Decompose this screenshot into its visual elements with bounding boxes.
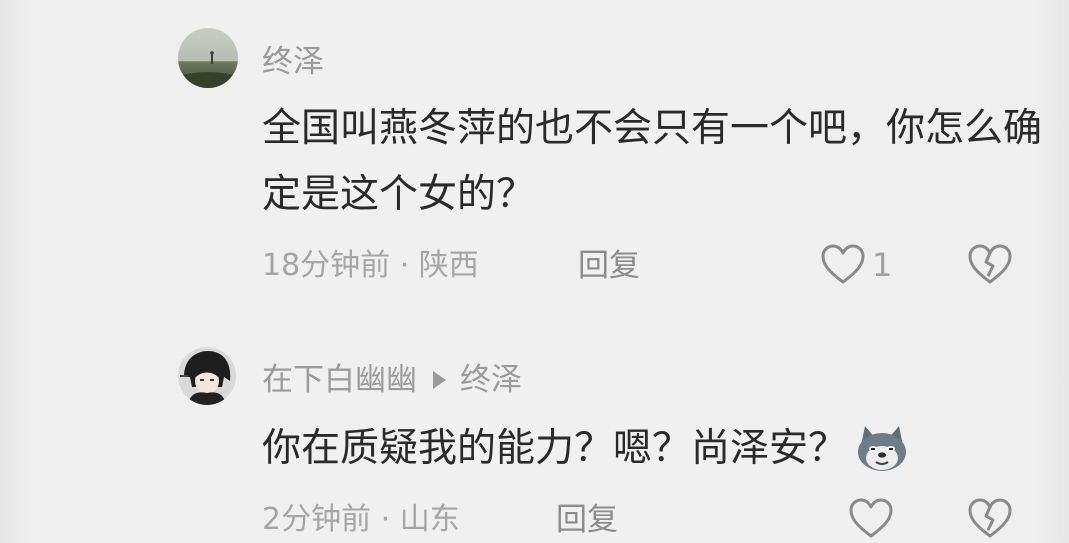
time-location: 2分钟前 · 山东 — [262, 502, 460, 537]
husky-dog-emoji-icon — [853, 424, 911, 474]
broken-heart-icon — [968, 498, 1012, 538]
like-button[interactable]: 1 — [820, 244, 892, 286]
comment-text: 你在质疑我的能力？嗯？尚泽安？ — [262, 416, 1022, 482]
heart-icon — [821, 244, 865, 284]
reply-button[interactable]: 回复 — [556, 500, 618, 540]
comment-text-body: 你在质疑我的能力？嗯？尚泽安？ — [262, 426, 848, 471]
broken-heart-icon — [968, 244, 1012, 284]
username[interactable]: 终泽 — [262, 42, 324, 82]
reply-arrow-icon — [433, 371, 446, 389]
reply-to-username[interactable]: 终泽 — [460, 360, 522, 400]
dislike-button[interactable] — [967, 244, 1013, 286]
username-row: 终泽 — [262, 42, 324, 82]
landscape-avatar-icon — [178, 28, 238, 88]
avatar[interactable] — [178, 347, 236, 405]
heart-icon — [849, 498, 893, 538]
anime-character-avatar-icon — [178, 347, 236, 405]
username-row: 在下白幽幽 终泽 — [262, 360, 522, 400]
comment-text: 全国叫燕冬萍的也不会只有一个吧，你怎么确定是这个女的？ — [262, 106, 1043, 217]
avatar[interactable] — [178, 28, 238, 88]
comment-item: 在下白幽幽 终泽 你在质疑我的能力？嗯？尚泽安？ 2分钟前 · 山东 回复 — [0, 320, 1069, 543]
reply-button[interactable]: 回复 — [578, 246, 640, 286]
username[interactable]: 在下白幽幽 — [262, 360, 417, 400]
time-location: 18分钟前 · 陕西 — [262, 248, 479, 283]
like-count: 1 — [872, 246, 893, 284]
comment-item: 终泽 全国叫燕冬萍的也不会只有一个吧，你怎么确定是这个女的？ 18分钟前 · 陕… — [0, 0, 1069, 320]
dislike-button[interactable] — [967, 498, 1013, 540]
like-button[interactable] — [848, 498, 894, 540]
